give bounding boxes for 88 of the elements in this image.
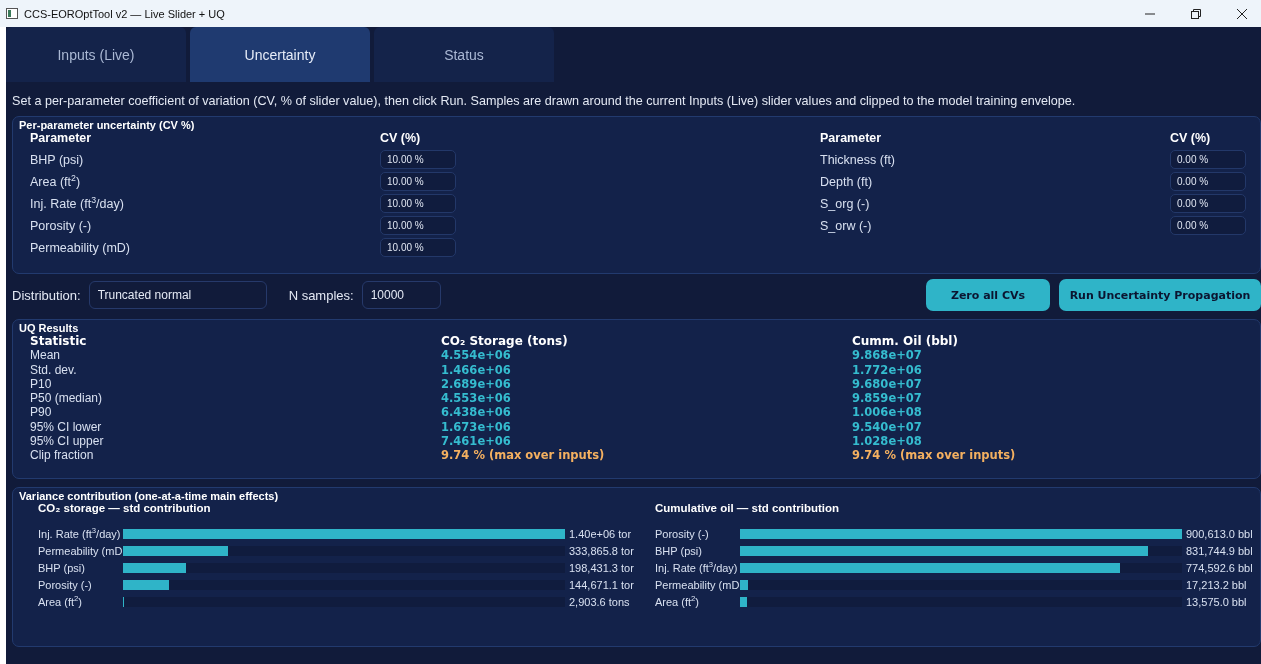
result-value: 9.74 % (max over inputs) xyxy=(852,448,1017,463)
bar-value: 13,575.0 bbl xyxy=(1186,595,1247,608)
result-value: 1.028e+08 xyxy=(852,434,923,449)
statistic-label: 95% CI lower xyxy=(30,419,103,435)
cv-field[interactable]: 0.00 % xyxy=(1170,150,1246,169)
bar-value: 17,213.2 bbl xyxy=(1186,578,1247,591)
result-value: 1.673e+06 xyxy=(441,419,512,435)
cv-field[interactable]: 10.00 % xyxy=(380,172,456,191)
cv-field[interactable]: 10.00 % xyxy=(380,216,456,235)
column-header: CV (%) xyxy=(1170,131,1212,147)
result-value: 4.553e+06 xyxy=(441,391,512,406)
bar-value: 333,865.8 tor xyxy=(569,544,634,557)
bar-label: Permeability (mD xyxy=(655,578,740,591)
samples-field[interactable]: 10000 xyxy=(361,281,441,309)
window-title: CCS-EOROptTool v2 — Live Slider + UQ xyxy=(24,7,225,20)
result-value: 1.772e+06 xyxy=(852,362,923,377)
bar-label: Permeability (mD xyxy=(38,544,123,557)
parameter-label: S_orw (-) xyxy=(820,218,873,233)
action-button[interactable]: Zero all CVs xyxy=(926,279,1050,311)
bar-label: Area (ft$^{2}$) xyxy=(655,595,701,608)
bar-label: Inj. Rate (ft$^{3}$/day) xyxy=(655,561,739,574)
result-value: 7.461e+06 xyxy=(441,434,512,449)
column-header: Cumm. Oil (bbl) xyxy=(852,334,959,349)
restore-icon[interactable] xyxy=(1191,8,1201,19)
parameter-label: Porosity (-) xyxy=(30,218,93,233)
tab[interactable]: Uncertainty xyxy=(190,27,370,82)
panel-title: Variance contribution (one-at-a-time main effects) xyxy=(18,489,279,502)
bar-value: 144,671.1 tor xyxy=(569,578,634,591)
result-value: 9.540e+07 xyxy=(852,419,923,435)
column-header: Statistic xyxy=(30,334,88,349)
bar-label: BHP (psi) xyxy=(655,544,703,557)
bar-value: 1.40e+06 tor xyxy=(569,527,632,540)
parameter-label: Permeability (mD) xyxy=(30,240,131,255)
tab[interactable]: Inputs (Live) xyxy=(6,27,186,82)
result-value: 9.74 % (max over inputs) xyxy=(441,448,606,463)
column-header: Parameter xyxy=(30,131,93,147)
column-header: Parameter xyxy=(820,131,883,147)
cv-field[interactable]: 10.00 % xyxy=(380,238,456,257)
samples-label: N samples: xyxy=(288,287,354,303)
cv-field[interactable]: 10.00 % xyxy=(380,150,456,169)
result-value: 9.680e+07 xyxy=(852,376,923,392)
result-value: 1.466e+06 xyxy=(441,362,512,377)
close-icon[interactable] xyxy=(1237,8,1247,19)
distribution-field[interactable]: Truncated normal xyxy=(88,281,267,309)
bar-label: Inj. Rate (ft$^{3}$/day) xyxy=(38,527,122,540)
parameter-label: Thickness (ft) xyxy=(820,152,896,167)
result-value: 9.868e+07 xyxy=(852,348,923,363)
description: Set a per-parameter coefficient of variation (CV, % of slider value), then click Run. Samples are drawn around the current Inputs (Live) slider values and clipped to the model training envelope. xyxy=(12,94,1077,108)
statistic-label: Mean xyxy=(30,348,62,363)
column-header: CO₂ Storage (tons) xyxy=(441,334,569,349)
bar-label: Area (ft$^{2}$) xyxy=(38,595,84,608)
statistic-label: Clip fraction xyxy=(30,448,95,463)
app-icon xyxy=(6,8,18,19)
panel-title: UQ Results xyxy=(18,321,79,334)
statistic-label: P10 xyxy=(30,376,53,392)
parameter-label: Area (ft$^{2}$) xyxy=(30,174,82,189)
cv-field[interactable]: 0.00 % xyxy=(1170,172,1246,191)
bar-label: Porosity (-) xyxy=(655,527,710,540)
parameter-label: BHP (psi) xyxy=(30,152,85,167)
result-value: 2.689e+06 xyxy=(441,376,512,392)
panel-title: Per-parameter uncertainty (CV %) xyxy=(18,118,195,131)
column-header: CV (%) xyxy=(380,131,422,147)
result-value: 1.006e+08 xyxy=(852,405,923,420)
bar-label: Porosity (-) xyxy=(38,578,93,591)
result-value: 6.438e+06 xyxy=(441,405,512,420)
bar-value: 774,592.6 bbl xyxy=(1186,561,1253,574)
bar-label: BHP (psi) xyxy=(38,561,86,574)
parameter-label: Depth (ft) xyxy=(820,174,874,189)
statistic-label: 95% CI upper xyxy=(30,434,105,449)
parameter-label: S_org (-) xyxy=(820,196,871,211)
statistic-label: P50 (median) xyxy=(30,391,104,406)
chart-title: CO₂ storage — std contribution xyxy=(38,502,211,514)
statistic-label: P90 xyxy=(30,405,53,420)
bar-value: 831,744.9 bbl xyxy=(1186,544,1253,557)
bar-value: 198,431.3 tor xyxy=(569,561,634,574)
distribution-label: Distribution: xyxy=(12,287,81,303)
chart-title: Cumulative oil — std contribution xyxy=(655,502,839,514)
cv-field[interactable]: 0.00 % xyxy=(1170,194,1246,213)
parameter-label: Inj. Rate (ft$^{3}$/day) xyxy=(30,196,125,211)
cv-field[interactable]: 10.00 % xyxy=(380,194,456,213)
action-button[interactable]: Run Uncertainty Propagation xyxy=(1059,279,1261,311)
result-value: 9.859e+07 xyxy=(852,391,923,406)
result-value: 4.554e+06 xyxy=(441,348,512,363)
cv-field[interactable]: 0.00 % xyxy=(1170,216,1246,235)
bar-value: 900,613.0 bbl xyxy=(1186,527,1253,540)
bar-value: 2,903.6 tons xyxy=(569,595,630,608)
statistic-label: Std. dev. xyxy=(30,362,78,377)
tab[interactable]: Status xyxy=(374,27,554,82)
